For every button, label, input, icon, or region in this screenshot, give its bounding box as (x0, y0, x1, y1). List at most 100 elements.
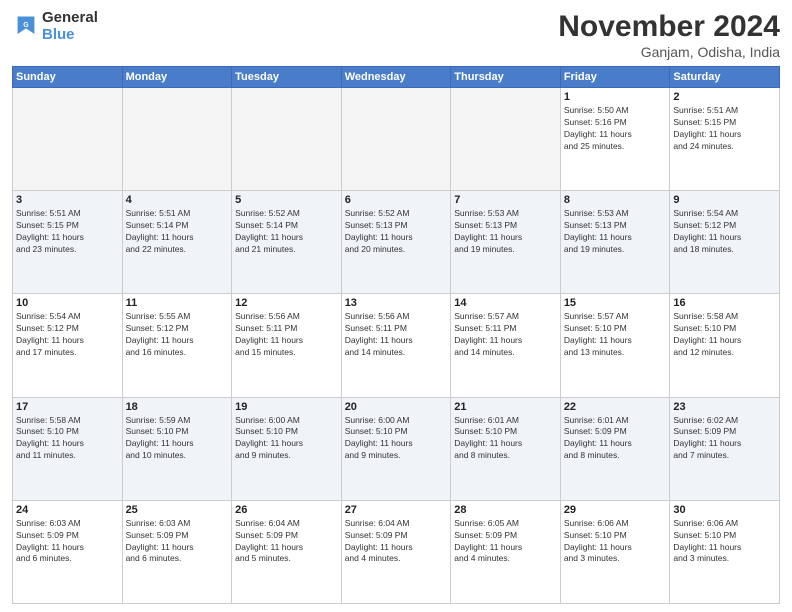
day-number: 11 (126, 297, 229, 309)
day-number: 6 (345, 194, 448, 206)
day-info: Sunrise: 5:57 AM Sunset: 5:11 PM Dayligh… (454, 311, 557, 359)
calendar-cell: 3Sunrise: 5:51 AM Sunset: 5:15 PM Daylig… (13, 191, 123, 294)
day-info: Sunrise: 5:58 AM Sunset: 5:10 PM Dayligh… (16, 415, 119, 463)
week-row-1: 1Sunrise: 5:50 AM Sunset: 5:16 PM Daylig… (13, 88, 780, 191)
day-number: 25 (126, 504, 229, 516)
day-number: 26 (235, 504, 338, 516)
day-info: Sunrise: 5:51 AM Sunset: 5:15 PM Dayligh… (673, 105, 776, 153)
day-number: 21 (454, 401, 557, 413)
day-info: Sunrise: 5:53 AM Sunset: 5:13 PM Dayligh… (564, 208, 667, 256)
day-info: Sunrise: 5:51 AM Sunset: 5:14 PM Dayligh… (126, 208, 229, 256)
calendar-cell: 11 Sunrise: 5:55 AM Sunset: 5:12 PM Dayli… (122, 294, 232, 397)
calendar-cell: 28 Sunrise: 6:05 AM Sunset: 5:09 PM Dayli… (451, 500, 561, 603)
logo-text: General Blue (42, 10, 98, 43)
day-number: 1 (564, 91, 667, 103)
logo-general-text: General (42, 10, 98, 27)
weekday-sunday: Sunday (13, 67, 123, 88)
day-number: 4 (126, 194, 229, 206)
day-number: 12 (235, 297, 338, 309)
calendar-cell: 27 Sunrise: 6:04 AM Sunset: 5:09 PM Dayli… (341, 500, 451, 603)
day-number: 29 (564, 504, 667, 516)
weekday-thursday: Thursday (451, 67, 561, 88)
day-number: 18 (126, 401, 229, 413)
logo-blue-text: Blue (42, 27, 98, 44)
day-info: Sunrise: 5:58 AM Sunset: 5:10 PM Dayligh… (673, 311, 776, 359)
calendar-cell: 4 Sunrise: 5:51 AM Sunset: 5:14 PM Daylig… (122, 191, 232, 294)
day-info: Sunrise: 5:56 AM Sunset: 5:11 PM Dayligh… (235, 311, 338, 359)
calendar-cell: 24Sunrise: 6:03 AM Sunset: 5:09 PM Dayli… (13, 500, 123, 603)
day-info: Sunrise: 6:06 AM Sunset: 5:10 PM Dayligh… (564, 518, 667, 566)
weekday-friday: Friday (560, 67, 670, 88)
day-info: Sunrise: 5:57 AM Sunset: 5:10 PM Dayligh… (564, 311, 667, 359)
day-number: 27 (345, 504, 448, 516)
calendar-cell: 20 Sunrise: 6:00 AM Sunset: 5:10 PM Dayli… (341, 397, 451, 500)
week-row-3: 10 Sunrise: 5:54 AM Sunset: 5:12 PM Dayli… (13, 294, 780, 397)
day-number: 15 (564, 297, 667, 309)
day-info: Sunrise: 6:03 AM Sunset: 5:09 PM Dayligh… (126, 518, 229, 566)
day-info: Sunrise: 5:59 AM Sunset: 5:10 PM Dayligh… (126, 415, 229, 463)
calendar-cell (122, 88, 232, 191)
calendar-cell: 13 Sunrise: 5:56 AM Sunset: 5:11 PM Dayli… (341, 294, 451, 397)
logo: G General Blue (12, 10, 98, 43)
calendar-cell (232, 88, 342, 191)
day-number: 3 (16, 194, 119, 206)
day-info: Sunrise: 5:55 AM Sunset: 5:12 PM Dayligh… (126, 311, 229, 359)
day-number: 30 (673, 504, 776, 516)
day-info: Sunrise: 6:05 AM Sunset: 5:09 PM Dayligh… (454, 518, 557, 566)
calendar-cell: 6 Sunrise: 5:52 AM Sunset: 5:13 PM Daylig… (341, 191, 451, 294)
week-row-2: 3Sunrise: 5:51 AM Sunset: 5:15 PM Daylig… (13, 191, 780, 294)
calendar-cell: 22Sunrise: 6:01 AM Sunset: 5:09 PM Dayli… (560, 397, 670, 500)
calendar-cell: 8 Sunrise: 5:53 AM Sunset: 5:13 PM Daylig… (560, 191, 670, 294)
calendar-cell: 23 Sunrise: 6:02 AM Sunset: 5:09 PM Dayli… (670, 397, 780, 500)
day-number: 22 (564, 401, 667, 413)
day-number: 23 (673, 401, 776, 413)
calendar-cell (341, 88, 451, 191)
page-container: G General Blue November 2024 Ganjam, Odi… (0, 0, 792, 612)
day-number: 5 (235, 194, 338, 206)
day-info: Sunrise: 5:52 AM Sunset: 5:14 PM Dayligh… (235, 208, 338, 256)
day-info: Sunrise: 6:00 AM Sunset: 5:10 PM Dayligh… (345, 415, 448, 463)
week-row-4: 17 Sunrise: 5:58 AM Sunset: 5:10 PM Dayli… (13, 397, 780, 500)
calendar-cell: 29 Sunrise: 6:06 AM Sunset: 5:10 PM Dayli… (560, 500, 670, 603)
day-info: Sunrise: 6:02 AM Sunset: 5:09 PM Dayligh… (673, 415, 776, 463)
day-info: Sunrise: 6:06 AM Sunset: 5:10 PM Dayligh… (673, 518, 776, 566)
day-info: Sunrise: 6:01 AM Sunset: 5:10 PM Dayligh… (454, 415, 557, 463)
day-info: Sunrise: 6:00 AM Sunset: 5:10 PM Dayligh… (235, 415, 338, 463)
calendar-cell: 9 Sunrise: 5:54 AM Sunset: 5:12 PM Daylig… (670, 191, 780, 294)
day-number: 9 (673, 194, 776, 206)
calendar-cell (13, 88, 123, 191)
weekday-wednesday: Wednesday (341, 67, 451, 88)
day-info: Sunrise: 5:54 AM Sunset: 5:12 PM Dayligh… (673, 208, 776, 256)
calendar-cell: 21 Sunrise: 6:01 AM Sunset: 5:10 PM Dayli… (451, 397, 561, 500)
logo-icon: G (12, 13, 40, 41)
calendar-table: SundayMondayTuesdayWednesdayThursdayFrid… (12, 66, 780, 604)
day-number: 14 (454, 297, 557, 309)
weekday-monday: Monday (122, 67, 232, 88)
calendar-cell: 1Sunrise: 5:50 AM Sunset: 5:16 PM Daylig… (560, 88, 670, 191)
title-section: November 2024 Ganjam, Odisha, India (558, 10, 780, 60)
calendar-cell: 15 Sunrise: 5:57 AM Sunset: 5:10 PM Dayli… (560, 294, 670, 397)
day-info: Sunrise: 5:54 AM Sunset: 5:12 PM Dayligh… (16, 311, 119, 359)
day-number: 28 (454, 504, 557, 516)
day-info: Sunrise: 6:04 AM Sunset: 5:09 PM Dayligh… (345, 518, 448, 566)
calendar-cell (451, 88, 561, 191)
day-info: Sunrise: 6:04 AM Sunset: 5:09 PM Dayligh… (235, 518, 338, 566)
day-number: 16 (673, 297, 776, 309)
day-info: Sunrise: 5:53 AM Sunset: 5:13 PM Dayligh… (454, 208, 557, 256)
week-row-5: 24Sunrise: 6:03 AM Sunset: 5:09 PM Dayli… (13, 500, 780, 603)
day-number: 8 (564, 194, 667, 206)
day-info: Sunrise: 5:52 AM Sunset: 5:13 PM Dayligh… (345, 208, 448, 256)
calendar-cell: 12 Sunrise: 5:56 AM Sunset: 5:11 PM Dayli… (232, 294, 342, 397)
day-info: Sunrise: 5:56 AM Sunset: 5:11 PM Dayligh… (345, 311, 448, 359)
weekday-saturday: Saturday (670, 67, 780, 88)
calendar-cell: 10 Sunrise: 5:54 AM Sunset: 5:12 PM Dayli… (13, 294, 123, 397)
calendar-cell: 26 Sunrise: 6:04 AM Sunset: 5:09 PM Dayli… (232, 500, 342, 603)
day-number: 13 (345, 297, 448, 309)
day-number: 17 (16, 401, 119, 413)
calendar-cell: 18 Sunrise: 5:59 AM Sunset: 5:10 PM Dayli… (122, 397, 232, 500)
day-number: 7 (454, 194, 557, 206)
day-number: 20 (345, 401, 448, 413)
calendar-cell: 30 Sunrise: 6:06 AM Sunset: 5:10 PM Dayli… (670, 500, 780, 603)
day-number: 10 (16, 297, 119, 309)
calendar-cell: 16 Sunrise: 5:58 AM Sunset: 5:10 PM Dayli… (670, 294, 780, 397)
